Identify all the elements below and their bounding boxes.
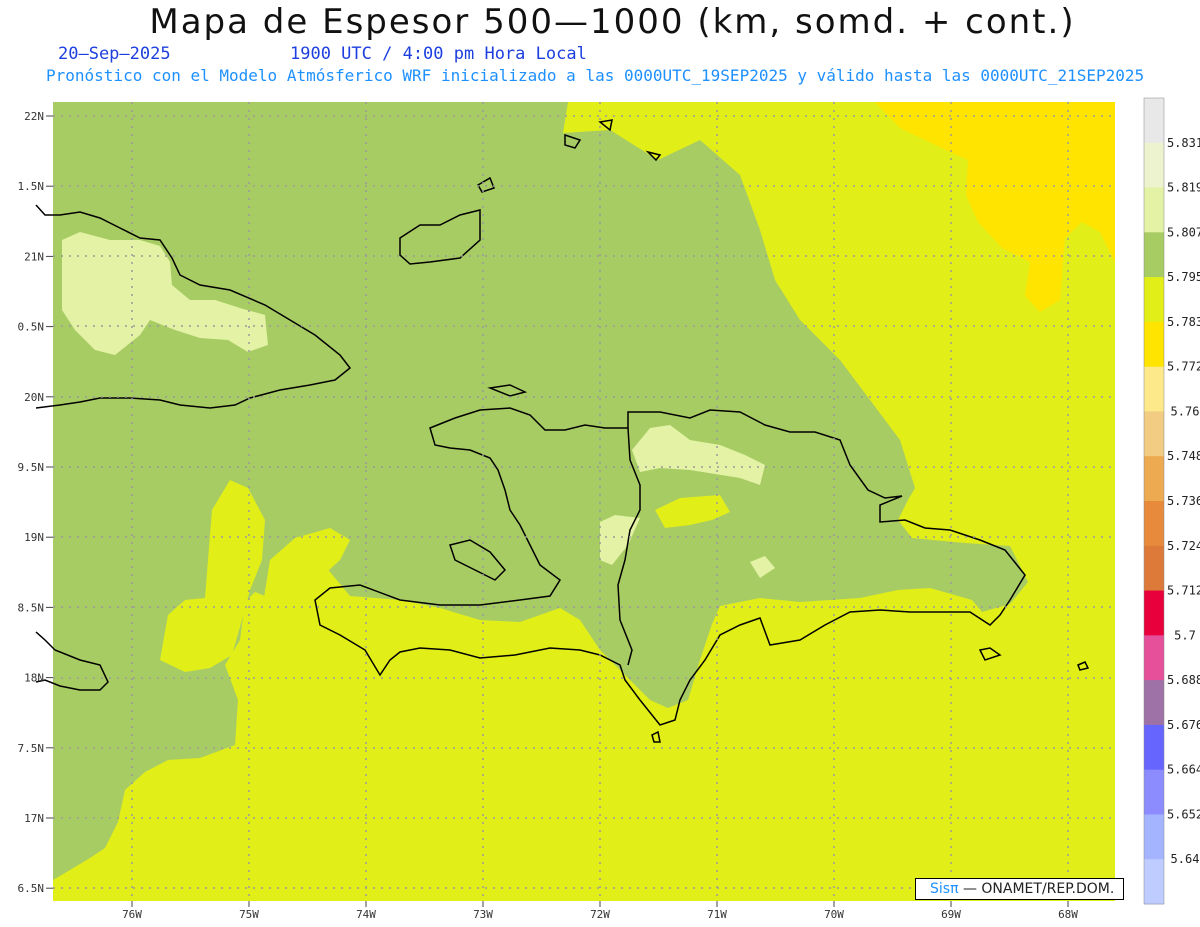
colorbar-label: 5.7 [1174, 628, 1196, 642]
colorbar-swatch [1144, 501, 1164, 547]
colorbar-label: 5.748 [1167, 449, 1200, 463]
colorbar-swatch [1144, 635, 1164, 681]
lon-label: 68W [1058, 908, 1078, 921]
colorbar-label: 5.807 [1167, 225, 1200, 239]
lat-label: 18N [24, 672, 44, 685]
colorbar-swatch [1144, 142, 1164, 189]
colorbar-label: 5.783 [1167, 315, 1200, 329]
lat-label: 21N [24, 250, 44, 263]
lat-label: 1.5N [18, 180, 45, 193]
latitude-axis: 22N 1.5N 21N 0.5N 20N 9.5N 19N 8.5N 18N 7.5N 17N 6.… [18, 110, 53, 895]
lon-label: 70W [824, 908, 844, 921]
colorbar: 5.831 5.819 5.807 5.795 5.783 5.772 5.76 5.748 5… [1143, 97, 1200, 905]
colorbar-label: 5.688 [1167, 673, 1200, 687]
credit-text: — ONAMET/REP.DOM. [962, 881, 1115, 897]
colorbar-label: 5.664 [1167, 763, 1200, 777]
colorbar-swatch [1144, 277, 1164, 323]
credit-box: Sisπ — ONAMET/REP.DOM. [915, 878, 1124, 900]
colorbar-swatch [1144, 321, 1164, 368]
colorbar-swatch [1144, 98, 1164, 144]
colorbar-swatch [1144, 411, 1164, 457]
colorbar-label: 5.712 [1167, 584, 1200, 598]
lat-label: 6.5N [18, 882, 45, 895]
lat-label: 7.5N [18, 742, 45, 755]
colorbar-swatch [1144, 724, 1164, 771]
credit-brand: Sisπ [930, 881, 959, 897]
lat-label: 20N [24, 391, 44, 404]
colorbar-swatch [1144, 187, 1164, 233]
colorbar-swatch [1144, 232, 1164, 278]
lon-label: 72W [590, 908, 610, 921]
colorbar-label: 5.676 [1167, 718, 1200, 732]
colorbar-swatch [1144, 590, 1164, 636]
colorbar-label: 5.772 [1167, 360, 1200, 374]
lat-label: 19N [24, 531, 44, 544]
colorbar-swatch [1144, 769, 1164, 815]
colorbar-label: 5.736 [1167, 494, 1200, 508]
lat-label: 0.5N [18, 321, 45, 334]
lon-label: 75W [239, 908, 259, 921]
lon-label: 69W [941, 908, 961, 921]
lon-label: 71W [707, 908, 727, 921]
colorbar-swatch [1144, 814, 1164, 860]
colorbar-label: 5.819 [1167, 181, 1200, 195]
lat-label: 8.5N [18, 601, 45, 614]
colorbar-label: 5.64 [1171, 852, 1200, 866]
colorbar-swatch [1144, 366, 1164, 412]
colorbar-swatch [1144, 456, 1164, 502]
colorbar-swatch [1144, 859, 1164, 905]
lon-label: 74W [356, 908, 376, 921]
lat-label: 9.5N [18, 461, 45, 474]
colorbar-label: 5.795 [1167, 270, 1200, 284]
lat-label: 22N [24, 110, 44, 123]
longitude-axis: 76W 75W 74W 73W 72W 71W 70W 69W 68W [122, 901, 1078, 921]
thickness-map: 22N 1.5N 21N 0.5N 20N 9.5N 19N 8.5N 18N 7.5N 17N 6.… [18, 97, 1200, 921]
colorbar-label: 5.831 [1167, 136, 1200, 150]
colorbar-label: 5.724 [1167, 539, 1200, 553]
colorbar-label: 5.76 [1171, 404, 1200, 418]
colorbar-swatch [1144, 680, 1164, 726]
colorbar-label: 5.652 [1167, 807, 1200, 821]
lon-label: 76W [122, 908, 142, 921]
colorbar-swatch [1144, 545, 1164, 592]
lon-label: 73W [473, 908, 493, 921]
lat-label: 17N [24, 812, 44, 825]
